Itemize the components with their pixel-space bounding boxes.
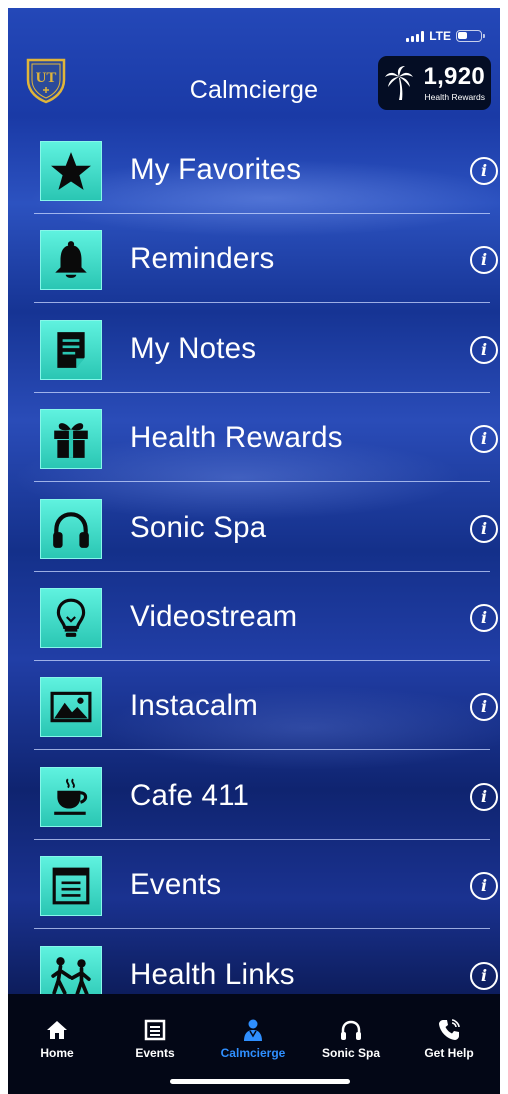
headphones-icon	[40, 498, 102, 559]
menu-item-cafe-411[interactable]: Cafe 411 i	[34, 752, 498, 840]
home-icon	[47, 1021, 67, 1039]
menu-item-instacalm[interactable]: Instacalm i	[34, 662, 498, 751]
info-icon[interactable]: i	[470, 246, 498, 275]
menu-item-sonic-spa[interactable]: Sonic Spa i	[34, 484, 498, 572]
menu-item-label: Cafe 411	[130, 778, 250, 812]
menu-item-health-rewards[interactable]: Health Rewards i	[34, 394, 498, 483]
battery-level	[458, 32, 467, 39]
concierge-icon	[244, 1019, 262, 1041]
landscape-image-icon	[40, 677, 102, 738]
tab-label: Home	[40, 1046, 74, 1060]
info-icon[interactable]: i	[470, 961, 498, 990]
menu-item-my-notes[interactable]: My Notes i	[34, 305, 498, 393]
menu-item-reminders[interactable]: Reminders i	[34, 215, 498, 304]
info-icon[interactable]: i	[470, 514, 498, 543]
gift-icon	[40, 409, 102, 470]
menu-item-label: My Favorites	[130, 153, 302, 186]
document-list-icon	[40, 856, 102, 917]
menu-list: My Favorites i Reminders i My Notes i He…	[34, 126, 498, 1020]
tab-label: Calmcierge	[220, 1046, 286, 1060]
info-icon[interactable]: i	[470, 157, 498, 185]
battery-icon	[456, 30, 485, 42]
header: UT Calmcierge 1,920 Health Rewards	[8, 48, 500, 122]
menu-item-label: Events	[130, 868, 222, 902]
network-label: LTE	[429, 29, 451, 43]
tab-label: Get Help	[424, 1046, 474, 1060]
tab-label: Events	[135, 1046, 175, 1060]
menu-item-label: Health Rewards	[130, 421, 343, 455]
menu-item-videostream[interactable]: Videostream i	[34, 573, 498, 661]
signal-icon	[406, 30, 425, 42]
phone-icon	[439, 1019, 460, 1040]
bell-icon	[40, 230, 102, 291]
info-icon[interactable]: i	[470, 425, 498, 454]
headphones-icon	[341, 1020, 361, 1040]
info-icon[interactable]: i	[470, 693, 498, 722]
menu-item-label: Reminders	[130, 242, 275, 276]
menu-item-label: Instacalm	[130, 689, 259, 723]
note-icon	[40, 319, 102, 380]
info-icon[interactable]: i	[470, 335, 498, 364]
tab-events[interactable]: Events	[106, 994, 204, 1070]
tab-calmcierge[interactable]: Calmcierge	[204, 994, 302, 1070]
coffee-cup-icon	[40, 766, 102, 827]
lightbulb-icon	[40, 587, 102, 648]
home-indicator[interactable]	[170, 1079, 350, 1084]
app-screen: LTE UT Calmcierge 1,920 Health Rewards M…	[8, 8, 500, 1094]
star-icon	[40, 141, 102, 201]
tab-label: Sonic Spa	[321, 1046, 380, 1060]
health-rewards-badge[interactable]: 1,920 Health Rewards	[378, 56, 491, 110]
info-icon[interactable]: i	[470, 782, 498, 811]
list-icon	[144, 1019, 166, 1041]
tab-sonic-spa[interactable]: Sonic Spa	[302, 994, 400, 1070]
menu-item-label: Videostream	[130, 599, 298, 633]
menu-item-label: Health Links	[130, 957, 295, 991]
tab-home[interactable]: Home	[8, 994, 106, 1070]
status-bar: LTE	[406, 28, 485, 44]
info-icon[interactable]: i	[470, 872, 498, 901]
tab-get-help[interactable]: Get Help	[400, 994, 498, 1070]
menu-item-label: Sonic Spa	[130, 510, 267, 544]
menu-item-label: My Notes	[130, 331, 257, 365]
rewards-label: Health Rewards	[424, 92, 485, 102]
info-icon[interactable]: i	[470, 603, 498, 632]
palm-tree-icon	[385, 66, 413, 100]
menu-item-events[interactable]: Events i	[34, 841, 498, 930]
menu-item-my-favorites[interactable]: My Favorites i	[34, 126, 498, 214]
rewards-points: 1,920	[423, 63, 485, 90]
